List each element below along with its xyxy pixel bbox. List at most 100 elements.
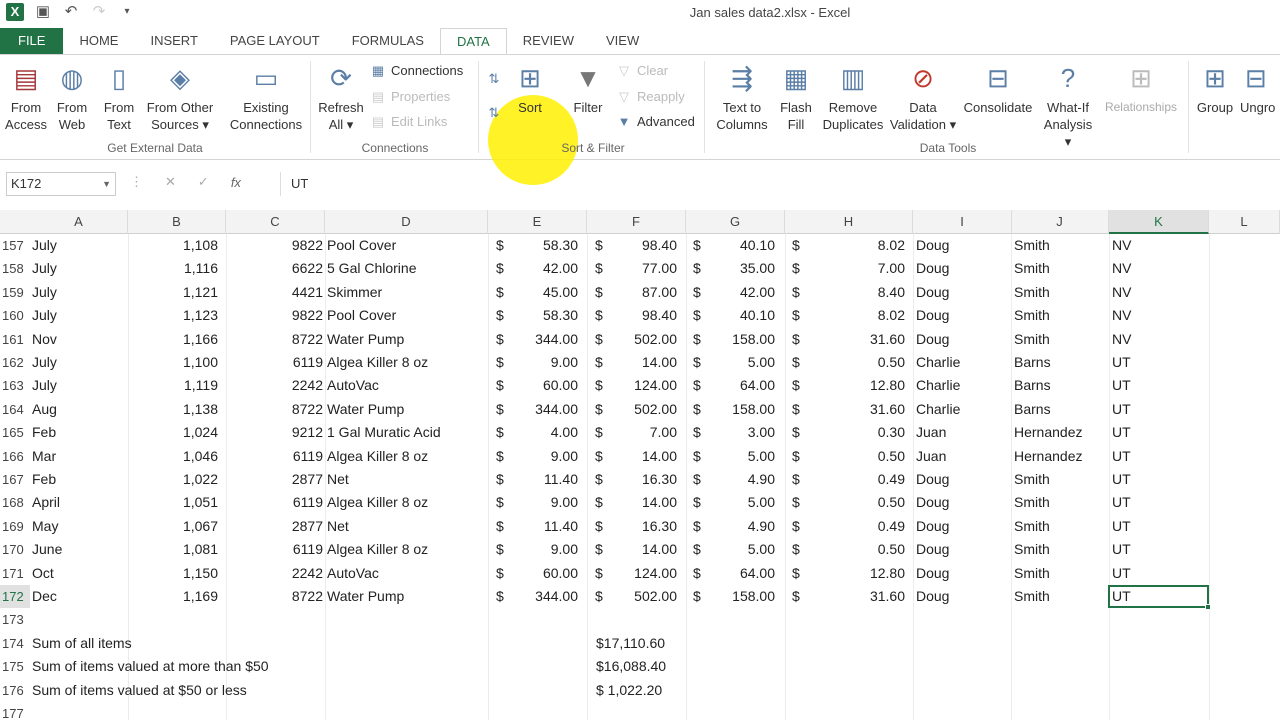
- cell[interactable]: Algea Killer 8 oz: [327, 491, 487, 514]
- refresh-all-button[interactable]: ⟳ Refresh All ▾: [314, 61, 368, 133]
- cell[interactable]: $: [496, 281, 508, 304]
- cell[interactable]: 1,022: [128, 468, 218, 491]
- row-header[interactable]: 176: [0, 679, 30, 702]
- cell[interactable]: 16.30: [610, 468, 677, 491]
- cell[interactable]: 2877: [226, 515, 323, 538]
- cell[interactable]: $: [595, 374, 607, 397]
- cell[interactable]: $: [792, 304, 804, 327]
- row-header[interactable]: 171: [0, 562, 30, 585]
- cell[interactable]: July: [32, 351, 122, 374]
- ungroup-button[interactable]: ⊟ Ungro: [1240, 61, 1280, 116]
- cell[interactable]: Pool Cover: [327, 234, 487, 257]
- connections-button[interactable]: ▦ Connections: [370, 63, 463, 79]
- cell[interactable]: $: [496, 515, 508, 538]
- cell[interactable]: 60.00: [510, 562, 578, 585]
- cell[interactable]: Feb: [32, 421, 122, 444]
- column-header-c[interactable]: C: [226, 210, 325, 234]
- cell[interactable]: $: [792, 257, 804, 280]
- cell[interactable]: 1,024: [128, 421, 218, 444]
- cell[interactable]: 9212: [226, 421, 323, 444]
- cell[interactable]: $: [496, 562, 508, 585]
- cell[interactable]: $: [595, 281, 607, 304]
- cell[interactable]: Algea Killer 8 oz: [327, 351, 487, 374]
- clear-filter-button[interactable]: ▽ Clear: [616, 63, 668, 79]
- cell[interactable]: Doug: [916, 585, 1010, 608]
- tab-page-layout[interactable]: PAGE LAYOUT: [214, 28, 336, 54]
- row-header[interactable]: 169: [0, 515, 30, 538]
- cell[interactable]: $: [792, 515, 804, 538]
- cell[interactable]: $: [496, 304, 508, 327]
- cell[interactable]: $: [693, 374, 705, 397]
- cell[interactable]: July: [32, 281, 122, 304]
- column-header-b[interactable]: B: [128, 210, 226, 234]
- cell[interactable]: Net: [327, 515, 487, 538]
- cell[interactable]: 31.60: [806, 328, 905, 351]
- cell[interactable]: $: [693, 421, 705, 444]
- row-header[interactable]: 166: [0, 445, 30, 468]
- cell[interactable]: Smith: [1014, 328, 1108, 351]
- cell[interactable]: Oct: [32, 562, 122, 585]
- from-text-button[interactable]: ▯ From Text: [98, 61, 140, 133]
- cell[interactable]: $: [693, 304, 705, 327]
- row-header[interactable]: 168: [0, 491, 30, 514]
- row-header[interactable]: 164: [0, 398, 30, 421]
- cell[interactable]: $: [792, 234, 804, 257]
- cell[interactable]: $: [595, 398, 607, 421]
- sort-button[interactable]: ⊞ Sort: [510, 61, 550, 116]
- cell[interactable]: 1,100: [128, 351, 218, 374]
- cell[interactable]: $: [693, 445, 705, 468]
- cell[interactable]: $: [496, 445, 508, 468]
- row-header[interactable]: 172: [0, 585, 30, 609]
- cell[interactable]: 1 Gal Muratic Acid: [327, 421, 487, 444]
- formula-input[interactable]: UT: [280, 172, 1276, 196]
- cell[interactable]: Hernandez: [1014, 445, 1108, 468]
- reapply-button[interactable]: ▽ Reapply: [616, 89, 685, 105]
- cell[interactable]: 58.30: [510, 234, 578, 257]
- cell[interactable]: 344.00: [510, 328, 578, 351]
- cell[interactable]: $: [792, 468, 804, 491]
- cell[interactable]: 8.02: [806, 304, 905, 327]
- tab-view[interactable]: VIEW: [590, 28, 655, 54]
- cell[interactable]: Algea Killer 8 oz: [327, 445, 487, 468]
- row-header[interactable]: 175: [0, 655, 30, 678]
- cell[interactable]: 42.00: [510, 257, 578, 280]
- cell[interactable]: $: [595, 351, 607, 374]
- remove-duplicates-button[interactable]: ▥ Remove Duplicates: [820, 61, 886, 133]
- cell[interactable]: 1,166: [128, 328, 218, 351]
- selected-cell[interactable]: [1108, 585, 1211, 611]
- cell[interactable]: 14.00: [610, 351, 677, 374]
- cell[interactable]: 6119: [226, 351, 323, 374]
- cell[interactable]: Sum of items valued at $50 or less: [32, 679, 432, 702]
- cell[interactable]: 2877: [226, 468, 323, 491]
- cell[interactable]: $: [496, 374, 508, 397]
- column-header-k[interactable]: K: [1109, 210, 1209, 234]
- cell[interactable]: 0.50: [806, 445, 905, 468]
- cell[interactable]: Doug: [916, 234, 1010, 257]
- cell[interactable]: 124.00: [610, 562, 677, 585]
- edit-links-button[interactable]: ▤ Edit Links: [370, 114, 448, 130]
- cell[interactable]: $: [792, 328, 804, 351]
- cell[interactable]: $: [693, 398, 705, 421]
- cell[interactable]: July: [32, 257, 122, 280]
- cell[interactable]: 16.30: [610, 515, 677, 538]
- cell[interactable]: 14.00: [610, 538, 677, 561]
- column-header-f[interactable]: F: [587, 210, 686, 234]
- cell[interactable]: Juan: [916, 445, 1010, 468]
- cell[interactable]: Skimmer: [327, 281, 487, 304]
- cell[interactable]: 1,169: [128, 585, 218, 608]
- cell[interactable]: 9.00: [510, 538, 578, 561]
- insert-function-icon[interactable]: fx: [231, 175, 241, 190]
- cell[interactable]: May: [32, 515, 122, 538]
- cell[interactable]: AutoVac: [327, 374, 487, 397]
- cell[interactable]: Nov: [32, 328, 122, 351]
- flash-fill-button[interactable]: ▦ Flash Fill: [776, 61, 816, 133]
- cell[interactable]: 1,121: [128, 281, 218, 304]
- name-box[interactable]: K172 ▼: [6, 172, 116, 196]
- cell[interactable]: 11.40: [510, 515, 578, 538]
- cell[interactable]: Doug: [916, 257, 1010, 280]
- cell[interactable]: Barns: [1014, 398, 1108, 421]
- tab-review[interactable]: REVIEW: [507, 28, 590, 54]
- cell[interactable]: 9822: [226, 234, 323, 257]
- cell[interactable]: $: [496, 257, 508, 280]
- sort-z-to-a-button[interactable]: ⇅: [486, 105, 502, 121]
